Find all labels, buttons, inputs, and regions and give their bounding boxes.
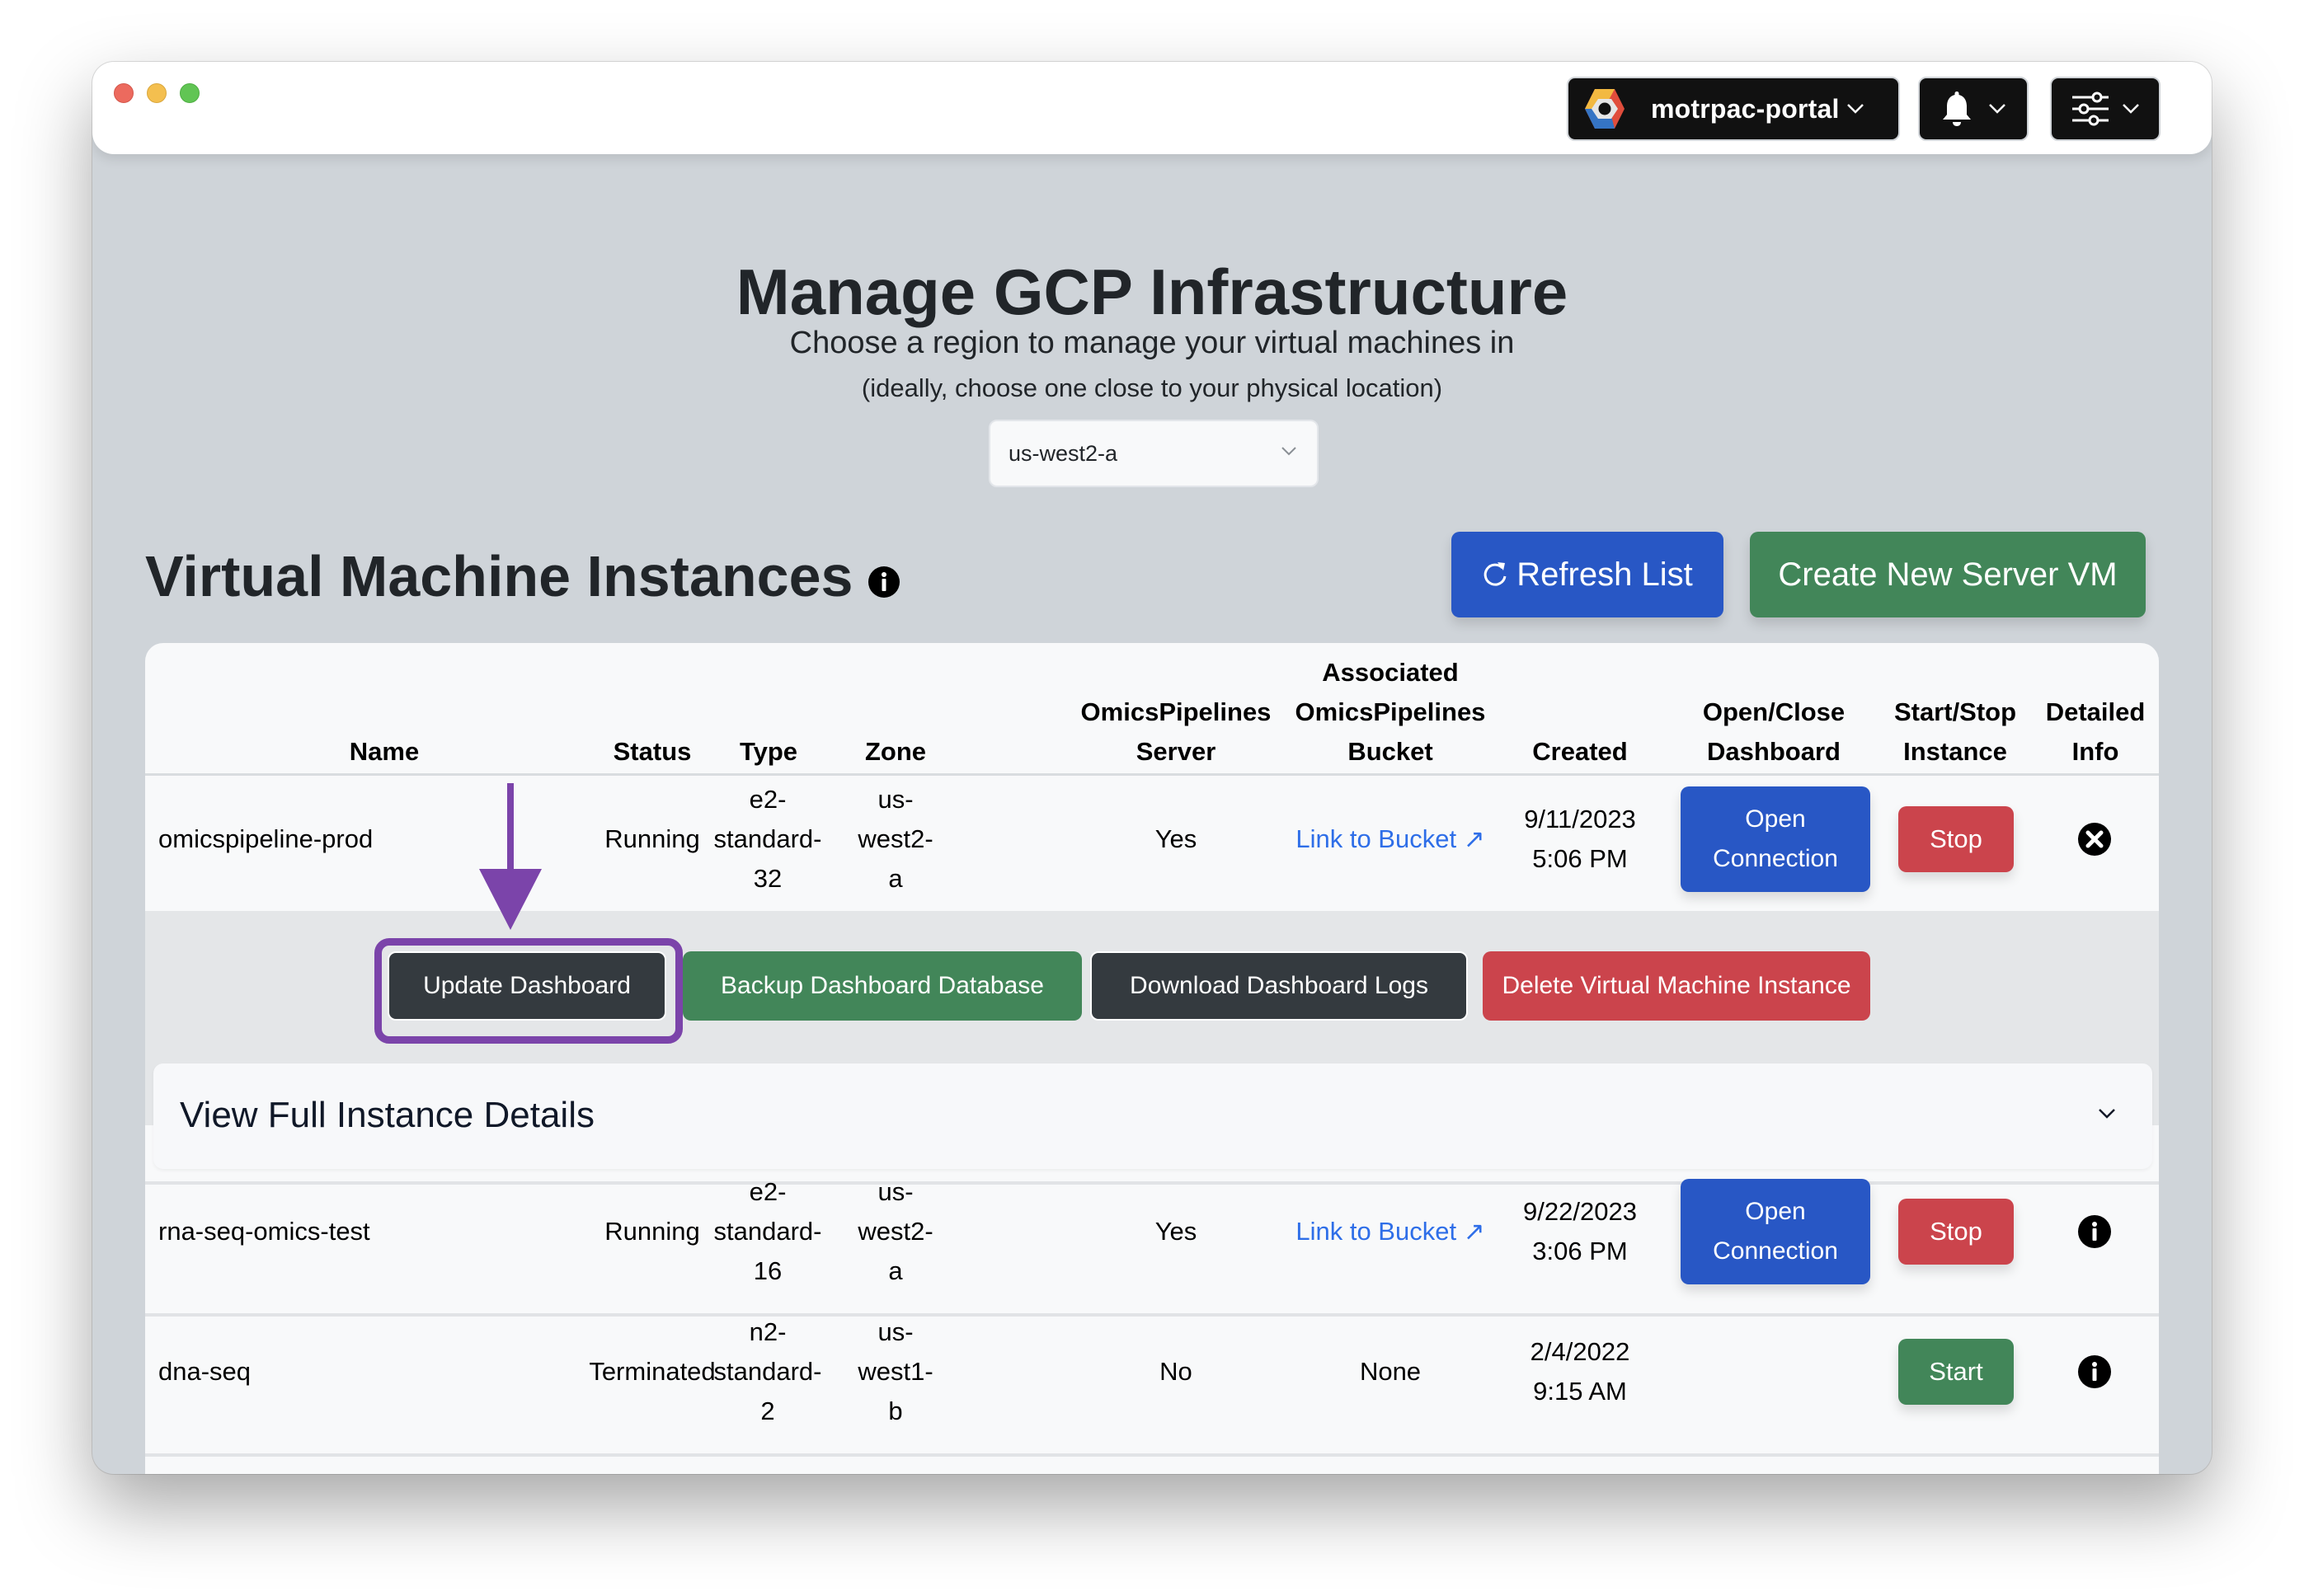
stop-instance-button[interactable]: Stop [1898, 1199, 2014, 1265]
info-circle-icon[interactable] [2077, 1354, 2112, 1389]
instance-name: omicspipeline-prod [158, 824, 374, 853]
create-server-vm-button[interactable]: Create New Server VM [1750, 532, 2146, 617]
column-header-start-stop: Start/Stop Instance [1893, 697, 2017, 766]
instance-type: n2- standard- 2 [713, 1317, 822, 1425]
instance-status: Terminated [589, 1357, 716, 1386]
instance-server: Yes [1154, 1217, 1197, 1246]
column-header-dashboard: Open/Close Dashboard [1702, 697, 1846, 766]
refresh-list-label: Refresh List [1516, 556, 1693, 593]
main-content: Manage GCP Infrastructure Choose a regio… [92, 154, 2212, 1474]
instance-status: Running [604, 824, 700, 853]
instance-zone: us- west1- b [858, 1317, 933, 1425]
section-title: Virtual Machine Instances [145, 543, 900, 609]
instance-name: rna-seq-omics-test [158, 1217, 370, 1246]
window-zoom-button[interactable] [180, 83, 200, 103]
info-circle-icon[interactable] [2077, 1214, 2112, 1249]
instance-zone: us- west2- a [858, 1177, 933, 1285]
header-divider [145, 773, 2159, 776]
bucket-link[interactable]: Link to Bucket ↗ [1283, 1212, 1498, 1251]
refresh-icon [1483, 562, 1507, 586]
instance-bucket: None [1359, 1357, 1422, 1386]
row-divider [145, 1453, 2159, 1457]
refresh-list-button[interactable]: Refresh List [1451, 532, 1723, 617]
open-connection-button[interactable]: Open Connection [1681, 786, 1870, 892]
project-name: motrpac-portal [1651, 93, 1840, 124]
instance-type: e2- standard- 32 [713, 785, 822, 893]
region-prompt: Choose a region to manage your virtual m… [789, 326, 1515, 360]
bucket-link[interactable]: Link to Bucket ↗ [1283, 819, 1498, 859]
title-bar: motrpac-portal [92, 62, 2212, 154]
region-hint: (ideally, choose one close to your physi… [861, 373, 1443, 402]
chevron-down-icon [1281, 447, 1296, 456]
instance-zone: us- west2- a [858, 785, 933, 893]
details-toggle-label: View Full Instance Details [180, 1095, 595, 1135]
notifications-button[interactable] [1918, 77, 2029, 141]
column-header-server: OmicsPipelines Server [1080, 697, 1272, 766]
settings-button[interactable] [2050, 77, 2161, 141]
backup-dashboard-database-button[interactable]: Backup Dashboard Database [683, 951, 1082, 1021]
chevron-down-icon [2123, 104, 2139, 114]
gcp-hexagon-icon [1585, 89, 1625, 129]
instance-server: Yes [1154, 824, 1197, 853]
instance-created: 9/11/2023 5:06 PM [1524, 805, 1636, 873]
column-header-type: Type [739, 737, 798, 766]
stop-instance-button[interactable]: Stop [1898, 806, 2014, 872]
chevron-down-icon [1989, 104, 2005, 114]
download-dashboard-logs-button[interactable]: Download Dashboard Logs [1090, 951, 1468, 1021]
column-header-name: Name [349, 737, 420, 766]
instance-type: e2- standard- 16 [713, 1177, 822, 1285]
instances-table: Name Status Type Zone OmicsPipelines Ser… [145, 643, 2159, 1474]
view-full-details-toggle[interactable]: View Full Instance Details [153, 1063, 2152, 1169]
browser-window: motrpac-portal Manage GCP Infrastructure [92, 62, 2212, 1474]
instance-created: 2/4/2022 9:15 AM [1530, 1337, 1630, 1406]
column-header-created: Created [1532, 737, 1628, 766]
chevron-down-icon [2099, 1109, 2115, 1119]
chevron-down-icon [1846, 104, 1864, 114]
row-divider [145, 1313, 2159, 1317]
column-header-info: Detailed Info [2045, 697, 2146, 766]
column-header-status: Status [613, 737, 692, 766]
window-close-button[interactable] [114, 83, 134, 103]
open-connection-button[interactable]: Open Connection [1681, 1179, 1870, 1284]
column-header-bucket: Associated OmicsPipelines Bucket [1295, 658, 1486, 766]
start-instance-button[interactable]: Start [1898, 1339, 2014, 1405]
sliders-icon [2072, 92, 2109, 126]
instance-created: 9/22/2023 3:06 PM [1523, 1197, 1637, 1265]
page-title: Manage GCP Infrastructure [736, 256, 1568, 328]
annotation-arrow-icon [479, 783, 542, 930]
close-circle-icon[interactable] [2077, 822, 2112, 857]
section-title-text: Virtual Machine Instances [145, 544, 853, 608]
instance-name: dna-seq [158, 1357, 252, 1386]
update-dashboard-button[interactable]: Update Dashboard [388, 951, 666, 1021]
delete-vm-instance-button[interactable]: Delete Virtual Machine Instance [1483, 951, 1870, 1021]
instance-server: No [1159, 1357, 1192, 1386]
region-select[interactable]: us-west2-a [989, 420, 1319, 487]
info-circle-icon[interactable] [868, 566, 900, 598]
project-selector[interactable]: motrpac-portal [1567, 77, 1900, 141]
instance-status: Running [604, 1217, 700, 1246]
column-header-zone: Zone [864, 737, 927, 766]
bell-icon [1943, 92, 1971, 126]
window-minimize-button[interactable] [147, 83, 167, 103]
region-select-value: us-west2-a [1009, 440, 1118, 466]
